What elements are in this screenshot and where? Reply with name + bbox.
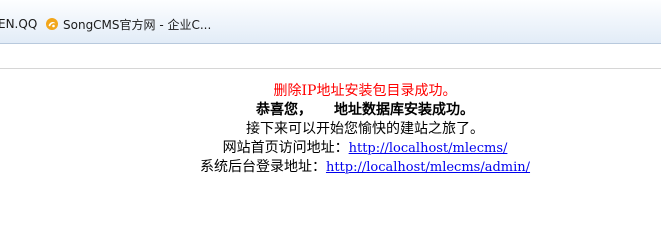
bookmark-enqq[interactable]: EN.QQ: [0, 15, 37, 33]
songcms-logo-icon: [45, 17, 59, 31]
install-success-message: 恭喜您， 地址数据库安装成功。: [0, 101, 661, 120]
admin-url-line: 系统后台登录地址：http://localhost/mlecms/admin/: [0, 158, 661, 177]
home-url-line: 网站首页访问地址：http://localhost/mlecms/: [0, 139, 661, 158]
admin-url-label: 系统后台登录地址：: [199, 159, 326, 175]
install-result: 删除IP地址安装包目录成功。 恭喜您， 地址数据库安装成功。 接下来可以开始您愉快…: [0, 82, 661, 177]
congrats-text: 恭喜您，: [256, 102, 312, 118]
favorites-bar: EN.QQ SongCMS官方网 - 企业C...: [0, 0, 661, 44]
home-url-label: 网站首页访问地址：: [222, 140, 349, 156]
page-divider: [0, 68, 661, 69]
bookmark-label: SongCMS官方网 - 企业C...: [63, 17, 212, 32]
admin-url-link[interactable]: http://localhost/mlecms/admin/: [326, 160, 530, 175]
bookmark-label: EN.QQ: [0, 17, 38, 31]
delete-success-message: 删除IP地址安装包目录成功。: [273, 83, 457, 99]
db-success-text: 地址数据库安装成功。: [334, 102, 474, 118]
toolbar-gap: [0, 44, 661, 68]
next-step-message: 接下来可以开始您愉快的建站之旅了。: [246, 121, 484, 137]
home-url-link[interactable]: http://localhost/mlecms/: [349, 141, 508, 156]
bookmark-songcms[interactable]: SongCMS官方网 - 企业C...: [45, 15, 211, 33]
